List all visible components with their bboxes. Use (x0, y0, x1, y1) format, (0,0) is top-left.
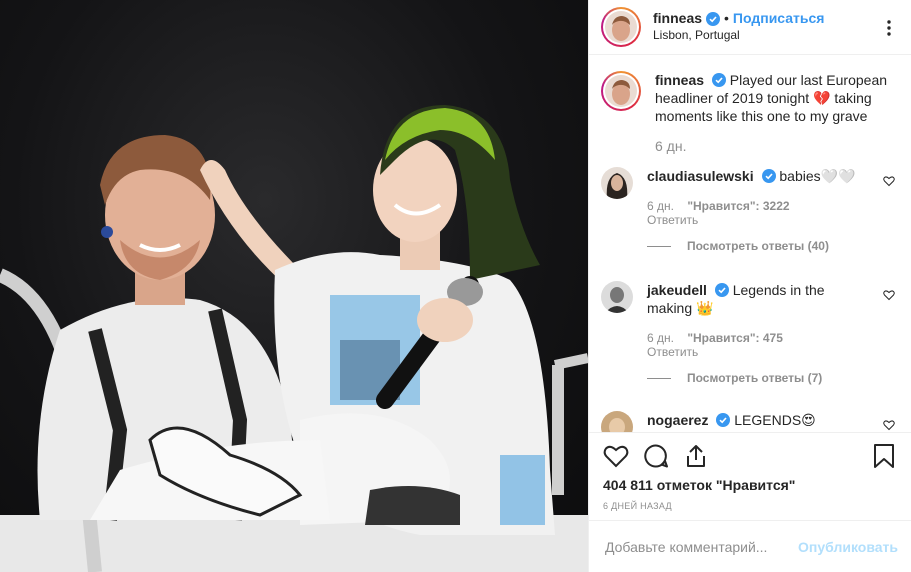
verified-badge-icon (711, 73, 726, 87)
commenter-avatar[interactable] (601, 167, 633, 199)
reply-link[interactable]: Ответить (647, 345, 698, 359)
instagram-post: finneas • Подписаться Lisbon, Portugal f (0, 0, 911, 572)
verified-badge-icon (761, 169, 776, 183)
likes-count[interactable]: 404 811 отметок "Нравится" (603, 477, 897, 493)
follow-button[interactable]: Подписаться (733, 10, 825, 27)
caption-avatar[interactable] (601, 71, 641, 111)
caption: finneas Played our last European headlin… (601, 71, 895, 153)
comment-icon[interactable] (643, 443, 669, 469)
comment-likes[interactable]: "Нравится": 3222 (687, 199, 789, 213)
share-icon[interactable] (683, 443, 709, 469)
more-options-icon[interactable] (879, 18, 899, 38)
comment-likes[interactable]: "Нравится": 475 (687, 331, 783, 345)
comment-like-heart-icon[interactable] (883, 289, 895, 301)
publish-button[interactable]: Опубликовать (798, 539, 898, 555)
comment-username[interactable]: jakeudell (647, 282, 707, 298)
comment-input[interactable] (605, 538, 799, 555)
post-time[interactable]: 6 ДНЕЙ НАЗАД (603, 501, 897, 511)
post-image (0, 105, 588, 572)
comment-item: nogaerez LEGENDS😍 (601, 411, 895, 432)
view-replies[interactable]: Посмотреть ответы (7) (647, 369, 869, 387)
commenter-avatar[interactable] (601, 411, 633, 432)
heart-icon[interactable] (603, 443, 629, 469)
separator-dot: • (724, 10, 729, 26)
comments-list[interactable]: finneas Played our last European headlin… (589, 55, 911, 432)
comment-username[interactable]: nogaerez (647, 412, 708, 428)
commenter-avatar[interactable] (601, 281, 633, 313)
comment-time: 6 дн. (647, 199, 674, 213)
comment-like-heart-icon[interactable] (883, 175, 895, 187)
caption-username[interactable]: finneas (655, 72, 704, 88)
add-comment-bar: Опубликовать (589, 520, 911, 572)
post-sidebar: finneas • Подписаться Lisbon, Portugal f (588, 0, 911, 572)
verified-badge-icon (714, 283, 729, 297)
reply-link[interactable]: Ответить (647, 213, 698, 227)
bookmark-icon[interactable] (871, 443, 897, 469)
post-location[interactable]: Lisbon, Portugal (653, 27, 824, 44)
author-username[interactable]: finneas (653, 10, 702, 27)
comment-item: jakeudell Legends in the making 👑 6 дн. … (601, 281, 895, 387)
comment-text: LEGENDS😍 (734, 412, 816, 428)
view-replies-label: Посмотреть ответы (40) (687, 239, 829, 253)
comment-like-heart-icon[interactable] (883, 419, 895, 431)
comment-time: 6 дн. (647, 331, 674, 345)
header-text: finneas • Подписаться Lisbon, Portugal (653, 10, 824, 44)
view-replies[interactable]: Посмотреть ответы (40) (647, 237, 869, 255)
post-photo[interactable] (0, 0, 588, 572)
comment-text: babies🤍🤍 (779, 168, 856, 184)
view-replies-label: Посмотреть ответы (7) (687, 371, 823, 385)
comment-username[interactable]: claudiasulewski (647, 168, 754, 184)
post-header: finneas • Подписаться Lisbon, Portugal (589, 0, 911, 55)
verified-badge-icon (716, 413, 731, 427)
comment-item: claudiasulewski babies🤍🤍 6 дн. "Нравится… (601, 167, 895, 255)
caption-time: 6 дн. (655, 138, 687, 154)
author-avatar[interactable] (601, 7, 641, 47)
verified-badge-icon (706, 11, 721, 26)
